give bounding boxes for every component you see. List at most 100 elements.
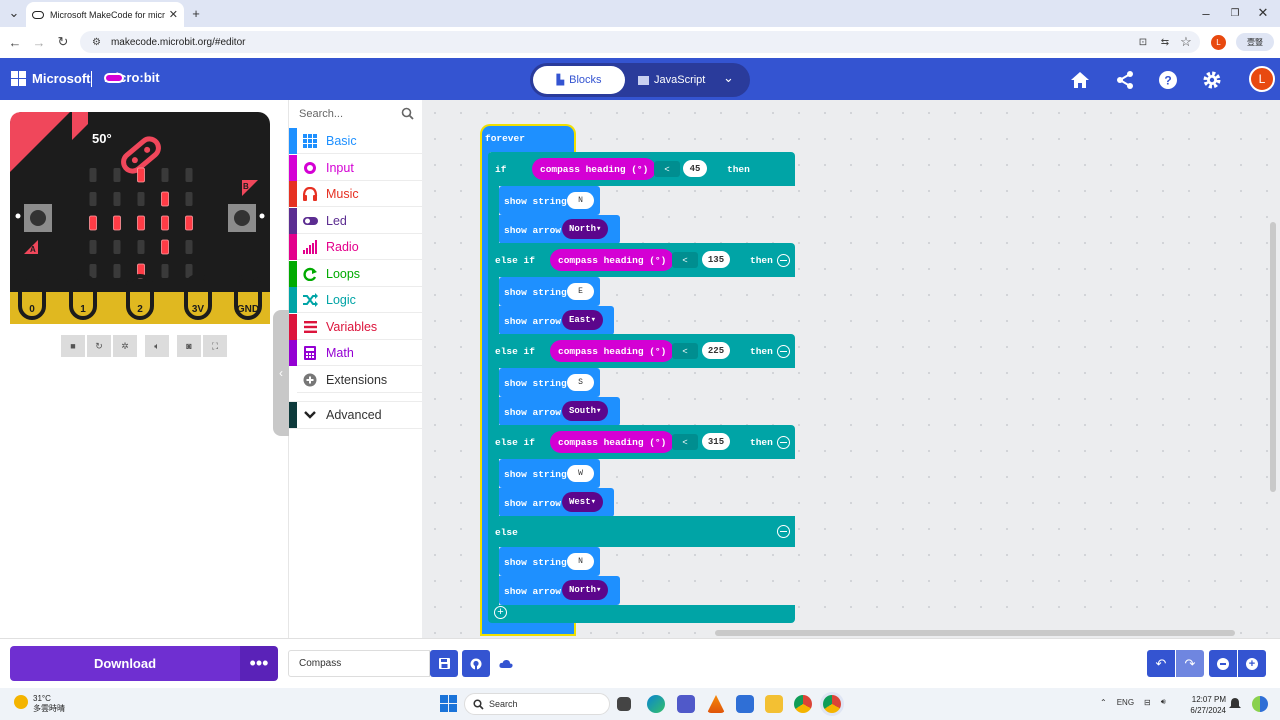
threshold-value[interactable]: 45 (683, 160, 707, 177)
comparison-operator-dropdown[interactable]: < (654, 161, 680, 177)
input-language[interactable]: ENG (1117, 698, 1134, 707)
notification-bell-icon[interactable] (1229, 697, 1241, 710)
compass-heading-reporter[interactable]: compass heading (°) (550, 249, 675, 271)
save-button[interactable] (430, 650, 458, 677)
project-name-input[interactable]: Compass (288, 650, 430, 677)
microbit-simulator-board[interactable]: 50° A B 0 1 2 3V GND (10, 112, 270, 324)
extension-chip[interactable]: 壹豎 (1236, 33, 1274, 51)
taskbar-clock[interactable]: 12:07 PM 6/27/2024 (1188, 694, 1226, 716)
restore-icon[interactable]: ❐ (1225, 3, 1245, 23)
bookmark-star-icon[interactable]: ☆ (1177, 33, 1195, 51)
toolbox-category-variables[interactable]: Variables (289, 313, 422, 340)
arrow-direction-dropdown[interactable]: East ▾ (562, 310, 604, 330)
stop-icon[interactable]: ■ (61, 335, 85, 357)
restart-icon[interactable]: ↻ (87, 335, 111, 357)
volume-icon[interactable]: 🔊︎ (1161, 697, 1166, 707)
collapse-simulator-chevron-icon[interactable]: ‹ (273, 310, 289, 436)
tray-chevron-icon[interactable]: ⌃ (1100, 698, 1107, 707)
edge-browser-icon[interactable] (647, 695, 665, 713)
download-button[interactable]: Download (10, 646, 240, 681)
remove-branch-icon[interactable] (777, 436, 790, 449)
share-icon[interactable] (1115, 70, 1135, 90)
reload-icon[interactable]: ↻ (54, 33, 72, 51)
toolbox-category-math[interactable]: Math (289, 340, 422, 366)
undo-button[interactable]: ↶ (1147, 650, 1175, 677)
redo-button[interactable]: ↷ (1176, 650, 1204, 677)
toolbox-category-radio[interactable]: Radio (289, 234, 422, 260)
microbit-logo[interactable]: micro:bit (104, 70, 160, 85)
install-app-icon[interactable]: ⊡ (1134, 33, 1152, 51)
help-icon[interactable]: ? (1158, 70, 1178, 90)
translate-icon[interactable]: ⇆ (1156, 33, 1174, 51)
browser-tab[interactable]: Microsoft MakeCode for micro:b ✕ (26, 2, 184, 27)
toolbox-category-led[interactable]: Led (289, 207, 422, 234)
string-value[interactable]: N (567, 553, 594, 570)
teams-icon[interactable] (677, 695, 695, 713)
toolbox-category-logic[interactable]: Logic (289, 287, 422, 313)
add-branch-icon[interactable]: + (494, 606, 507, 619)
minimize-icon[interactable]: – (1196, 3, 1216, 23)
workspace-horizontal-scrollbar[interactable] (715, 630, 1235, 636)
threshold-value[interactable]: 315 (702, 433, 730, 450)
toolbox-category-loops[interactable]: Loops (289, 260, 422, 287)
file-explorer-icon[interactable] (765, 695, 783, 713)
close-tab-icon[interactable]: ✕ (169, 8, 178, 21)
toolbox-search-input[interactable]: Search... (289, 100, 422, 128)
string-value[interactable]: E (567, 283, 594, 300)
compass-heading-reporter[interactable]: compass heading (°) (532, 158, 657, 180)
cloud-sync-button[interactable] (492, 650, 520, 677)
copilot-icon[interactable] (1252, 696, 1268, 712)
download-more-button[interactable]: ••• (240, 646, 278, 681)
home-icon[interactable] (1070, 70, 1090, 90)
mute-speaker-icon[interactable]: 🔈︎ (145, 335, 169, 357)
toolbox-category-extensions[interactable]: Extensions (289, 366, 422, 393)
javascript-tab[interactable]: JavaScript (638, 66, 718, 94)
arrow-direction-dropdown[interactable]: South ▾ (562, 401, 609, 421)
threshold-value[interactable]: 135 (702, 251, 730, 268)
forward-icon[interactable]: → (30, 33, 48, 51)
compass-heading-reporter[interactable]: compass heading (°) (550, 340, 675, 362)
window-close-icon[interactable]: ✕ (1253, 3, 1273, 23)
profile-avatar[interactable]: L (1211, 35, 1226, 50)
chrome-profile-icon[interactable] (823, 695, 841, 713)
comparison-operator-dropdown[interactable]: < (672, 343, 698, 359)
github-button[interactable] (462, 650, 490, 677)
arrow-direction-dropdown[interactable]: North ▾ (562, 580, 609, 600)
mode-dropdown-chevron-icon[interactable]: ⌄ (723, 70, 734, 86)
remove-branch-icon[interactable] (777, 345, 790, 358)
screenshot-camera-icon[interactable]: ◙ (177, 335, 201, 357)
network-icon[interactable]: ⊟ (1144, 698, 1151, 707)
zoom-in-button[interactable]: + (1238, 650, 1266, 677)
settings-gear-icon[interactable] (1202, 70, 1222, 90)
blocks-tab[interactable]: ▙ Blocks (533, 66, 625, 94)
tab-search-icon[interactable]: ⌄ (4, 3, 24, 23)
threshold-value[interactable]: 225 (702, 342, 730, 359)
user-avatar[interactable]: L (1249, 66, 1275, 92)
string-value[interactable]: W (567, 465, 594, 482)
comparison-operator-dropdown[interactable]: < (672, 252, 698, 268)
windows-start-icon[interactable] (440, 695, 457, 712)
new-tab-icon[interactable]: + (186, 3, 206, 23)
string-value[interactable]: S (567, 374, 594, 391)
debug-bug-icon[interactable]: ✲ (113, 335, 137, 357)
taskbar-search-box[interactable]: Search (464, 693, 610, 715)
remove-else-icon[interactable] (777, 525, 790, 538)
site-info-icon[interactable]: ⚙ (92, 37, 101, 48)
back-icon[interactable]: ← (6, 33, 24, 51)
store-icon[interactable] (736, 695, 754, 713)
chrome-icon[interactable] (794, 695, 812, 713)
workspace-vertical-scrollbar[interactable] (1270, 222, 1276, 492)
microsoft-logo[interactable]: Microsoft (11, 71, 91, 86)
toolbox-category-advanced[interactable]: Advanced (289, 401, 422, 429)
toolbox-category-basic[interactable]: Basic (289, 128, 422, 154)
remove-branch-icon[interactable] (777, 254, 790, 267)
url-bar[interactable]: ⚙ makecode.microbit.org/#editor (80, 31, 1200, 53)
zoom-out-button[interactable] (1209, 650, 1237, 677)
toolbox-category-music[interactable]: Music (289, 181, 422, 207)
string-value[interactable]: N (567, 192, 594, 209)
fullscreen-icon[interactable]: ⛶ (203, 335, 227, 357)
task-view-icon[interactable] (617, 697, 631, 711)
else-row[interactable] (488, 516, 795, 547)
toolbox-category-input[interactable]: Input (289, 154, 422, 181)
compass-heading-reporter[interactable]: compass heading (°) (550, 431, 675, 453)
